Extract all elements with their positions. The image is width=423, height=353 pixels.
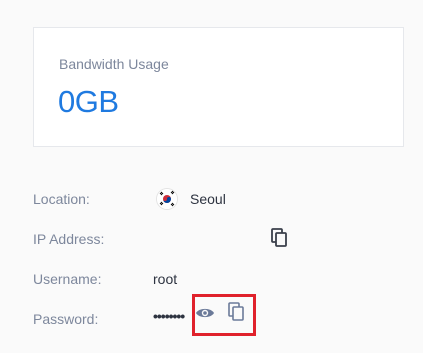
annotation-highlight-box [192,294,256,336]
username-value: root [153,271,178,287]
bandwidth-usage-card: Bandwidth Usage 0GB [33,27,404,147]
username-label: Username: [33,271,102,287]
copy-ip-icon[interactable] [271,228,289,253]
location-label: Location: [33,191,90,207]
south-korea-flag-icon [157,189,177,209]
location-value: Seoul [190,191,226,207]
server-details-panel: Bandwidth Usage 0GB Location: Seoul IP A… [0,0,423,353]
password-label: Password: [33,311,99,327]
bandwidth-usage-value: 0GB [58,84,119,119]
bandwidth-usage-title: Bandwidth Usage [59,56,169,72]
password-masked-value: •••••••• [153,308,185,324]
ip-address-label: IP Address: [33,231,105,247]
